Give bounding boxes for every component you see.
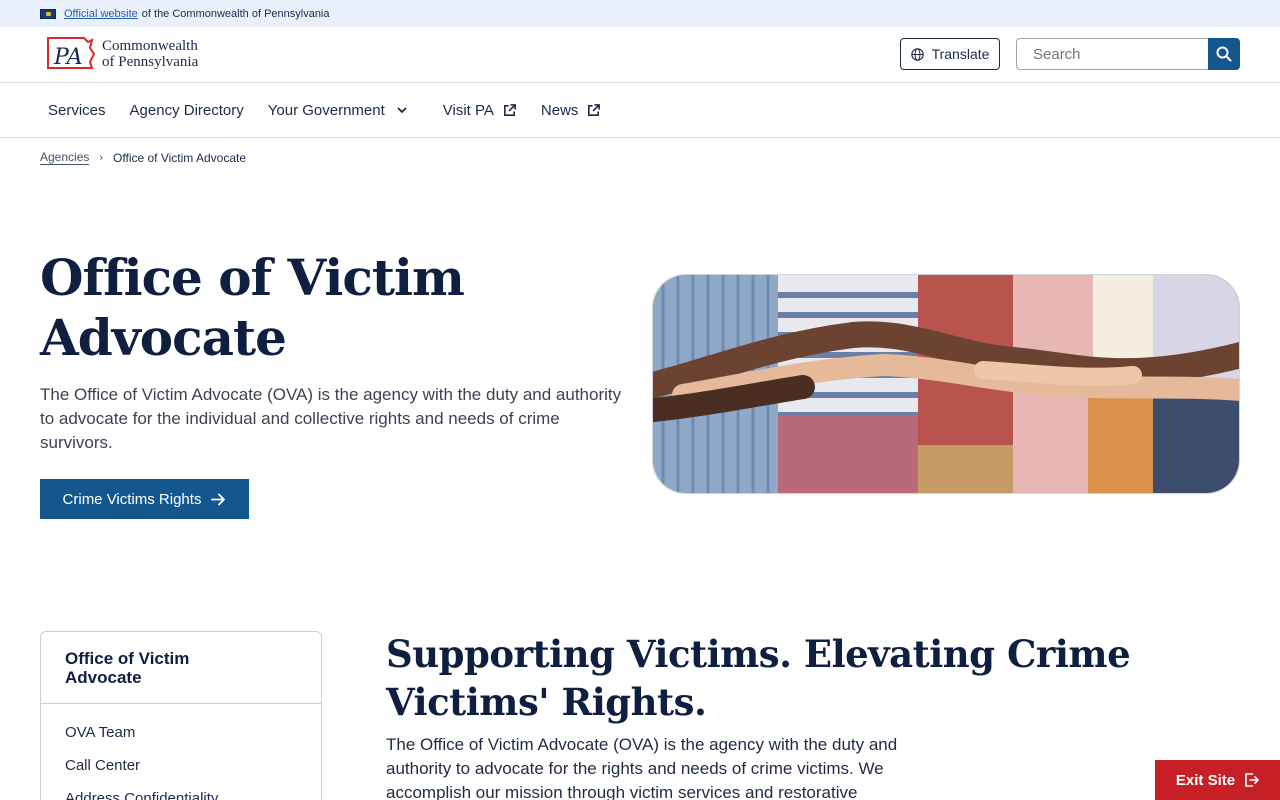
nav-item-services[interactable]: Services (48, 102, 106, 119)
official-banner-text: of the Commonwealth of Pennsylvania (141, 7, 330, 20)
side-nav-title[interactable]: Office of Victim Advocate (41, 632, 321, 704)
exit-icon (1245, 773, 1259, 787)
nav-label: Your Government (267, 101, 385, 119)
page-title-line-2: Advocate (40, 308, 287, 367)
search-bar (1016, 38, 1240, 70)
nav-label: Agency Directory (129, 101, 244, 119)
translate-button[interactable]: Translate (900, 38, 1000, 70)
main-nav: Services Agency Directory Your Governmen… (0, 83, 1280, 138)
hero-description: The Office of Victim Advocate (OVA) is t… (40, 385, 622, 452)
logo-mark-text: PA (53, 45, 83, 70)
exit-site-button[interactable]: Exit Site (1155, 760, 1280, 800)
side-nav-list: OVA Team Call Center Address Confidentia… (41, 704, 321, 800)
chevron-right-icon: › (99, 151, 104, 164)
linked-arms-photo (653, 275, 1239, 493)
search-button[interactable] (1208, 38, 1240, 70)
nav-label: Visit PA (442, 101, 494, 119)
cta-label: Crime Victims Rights (62, 490, 202, 508)
side-nav: Office of Victim Advocate OVA Team Call … (40, 631, 322, 800)
side-nav-title-line-2: Advocate (65, 668, 142, 687)
external-link-icon (503, 103, 516, 116)
breadcrumb-current: Office of Victim Advocate (113, 150, 247, 165)
hero-image (652, 274, 1240, 494)
section-body: The Office of Victim Advocate (OVA) is t… (386, 735, 898, 800)
pa-logo-icon: PA (47, 37, 96, 70)
section-heading: Supporting Victims. Elevating Crime Vict… (386, 632, 1131, 724)
nav-label: Services (48, 101, 106, 119)
search-input[interactable] (1016, 38, 1208, 70)
side-nav-item-address-confidentiality[interactable]: Address Confidentiality (41, 782, 321, 800)
pa-flag-icon (40, 8, 56, 19)
breadcrumb: Agencies › Office of Victim Advocate (40, 150, 246, 165)
search-icon (1216, 46, 1232, 62)
nav-item-visit-pa[interactable]: Visit PA (443, 102, 517, 119)
page-title-line-1: Office of Victim (40, 248, 465, 307)
nav-item-news[interactable]: News (541, 102, 602, 119)
breadcrumb-link-agencies[interactable]: Agencies (40, 150, 90, 165)
side-nav-item-call-center[interactable]: Call Center (41, 749, 321, 782)
site-header: PA Commonwealth of Pennsylvania Translat… (0, 27, 1280, 83)
side-nav-title-line-1: Office of Victim (65, 649, 190, 668)
chevron-down-icon (397, 107, 407, 113)
official-website-link[interactable]: Official website (64, 8, 138, 20)
logo-line-2: of Pennsylvania (102, 54, 199, 70)
official-banner: Official website of the Commonwealth of … (0, 0, 1280, 27)
globe-icon (910, 47, 924, 61)
nav-item-agency-directory[interactable]: Agency Directory (130, 102, 244, 119)
external-link-icon (588, 103, 601, 116)
logo-line-1: Commonwealth (102, 38, 198, 54)
logo-text: Commonwealth of Pennsylvania (102, 38, 198, 70)
commonwealth-logo[interactable]: PA Commonwealth of Pennsylvania (44, 31, 244, 77)
crime-victims-rights-button[interactable]: Crime Victims Rights (40, 479, 249, 519)
nav-label: News (540, 101, 579, 119)
translate-label: Translate (931, 46, 990, 62)
nav-item-your-government[interactable]: Your Government (268, 102, 407, 119)
page-title: Office of Victim Advocate (40, 248, 560, 368)
side-nav-item-ova-team[interactable]: OVA Team (41, 716, 321, 749)
arrow-right-icon (211, 493, 226, 505)
exit-site-label: Exit Site (1175, 771, 1236, 789)
